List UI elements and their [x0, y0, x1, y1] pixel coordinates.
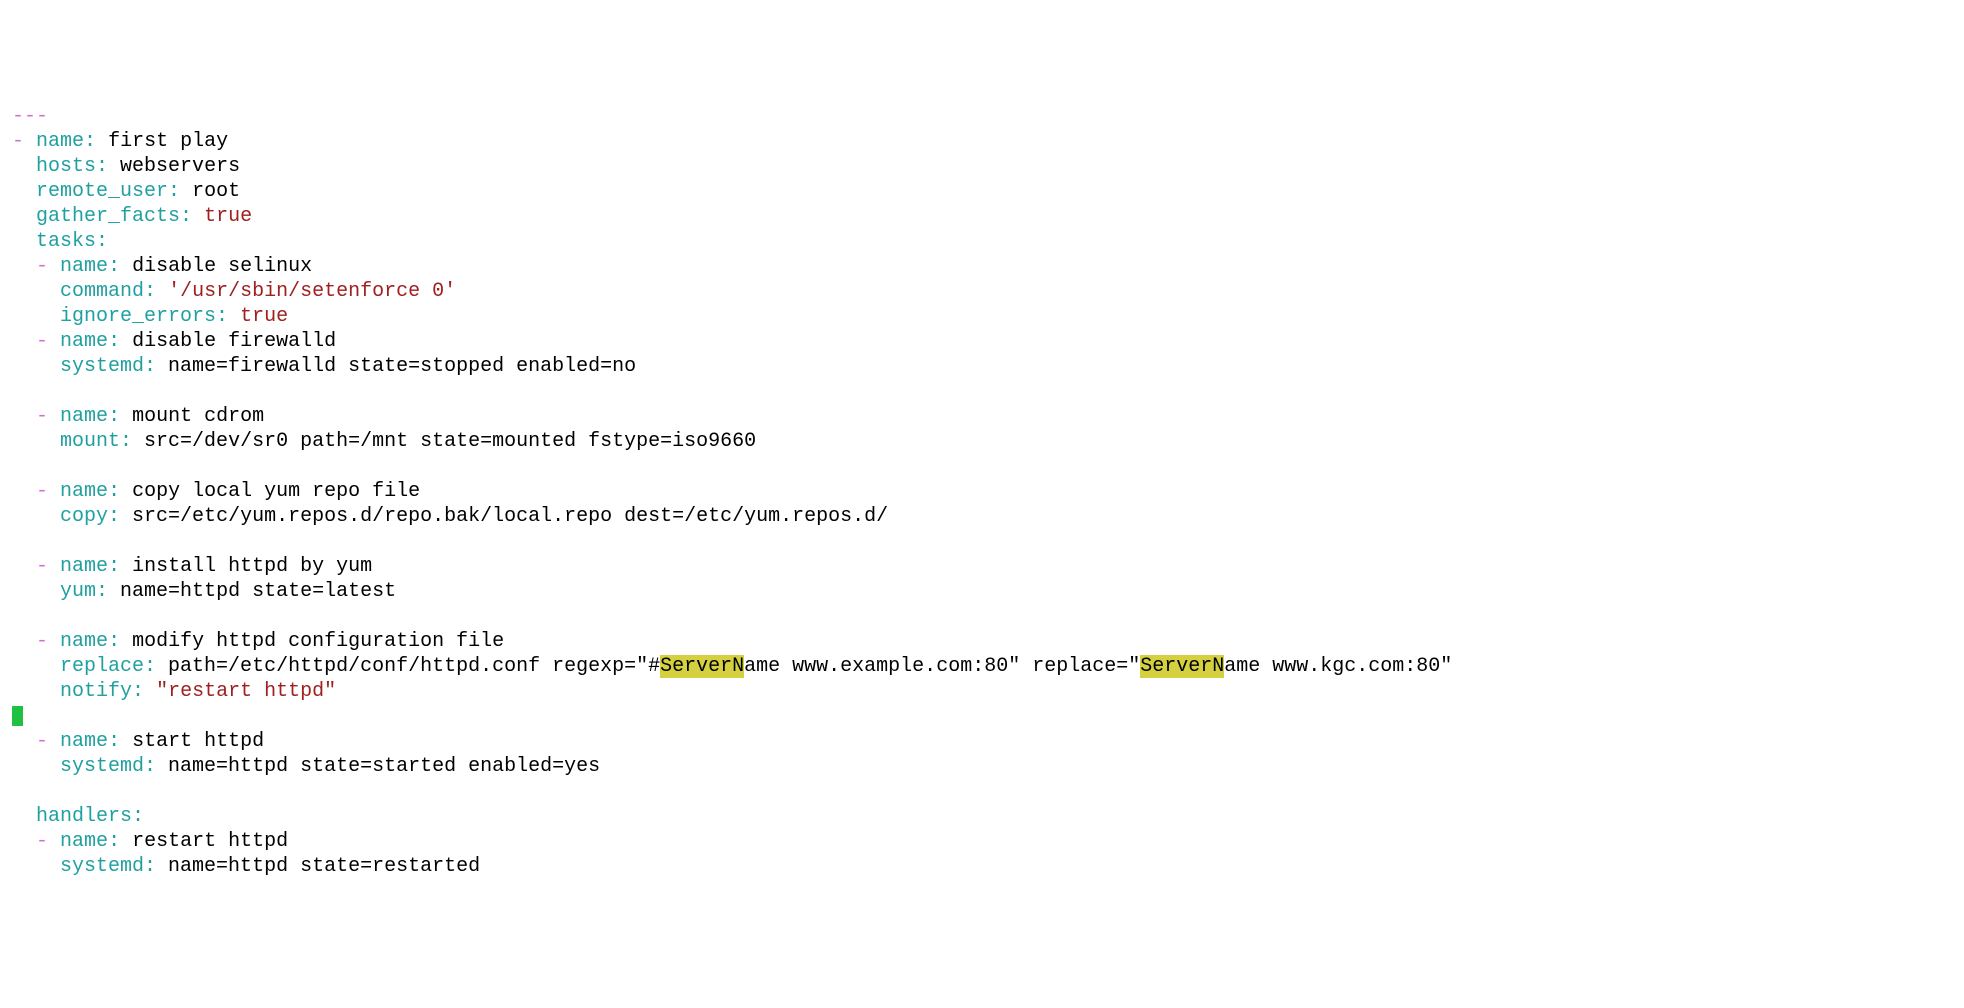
notify-val: "restart httpd" — [156, 680, 336, 703]
task-mod-val: name=httpd state=started enabled=yes — [156, 755, 600, 778]
task-name-key: name — [60, 330, 108, 353]
list-dash: - — [12, 130, 24, 153]
task-name-key: name — [60, 255, 108, 278]
task-name-key: name — [60, 480, 108, 503]
handler-name-val: restart httpd — [120, 830, 288, 853]
task-name-key: name — [60, 405, 108, 428]
replace-post: ame www.kgc.com:80" — [1224, 655, 1452, 678]
task-mod-key: replace — [60, 655, 144, 678]
notify-key: notify — [60, 680, 132, 703]
handlers-key: handlers — [36, 805, 132, 828]
gather-facts-key: gather_facts — [36, 205, 180, 228]
list-dash: - — [36, 730, 48, 753]
task-name-val: install httpd by yum — [120, 555, 372, 578]
task-name-val: disable selinux — [120, 255, 312, 278]
task-mod-key: yum — [60, 580, 96, 603]
remote-user-val: root — [180, 180, 240, 203]
task-mod-key: systemd — [60, 355, 144, 378]
task-name-val: start httpd — [120, 730, 264, 753]
task-name-key: name — [60, 730, 108, 753]
task-name-val: mount cdrom — [120, 405, 264, 428]
tasks-key: tasks — [36, 230, 96, 253]
replace-pre: path=/etc/httpd/conf/httpd.conf regexp="… — [156, 655, 660, 678]
ignore-errors-val: true — [240, 305, 288, 328]
task-mod-val: src=/etc/yum.repos.d/repo.bak/local.repo… — [120, 505, 888, 528]
remote-user-key: remote_user — [36, 180, 168, 203]
list-dash: - — [36, 555, 48, 578]
gather-facts-val: true — [204, 205, 252, 228]
list-dash: - — [36, 630, 48, 653]
play-name-val: first play — [96, 130, 228, 153]
task-mod-val: '/usr/sbin/setenforce 0' — [168, 280, 456, 303]
task-mod-val: name=httpd state=latest — [108, 580, 396, 603]
play-name-key: name — [36, 130, 84, 153]
ignore-errors-key: ignore_errors — [60, 305, 216, 328]
task-mod-key: copy — [60, 505, 108, 528]
task-mod-key: mount — [60, 430, 120, 453]
task-name-val: modify httpd configuration file — [120, 630, 504, 653]
list-dash: - — [36, 830, 48, 853]
hosts-key: hosts — [36, 155, 96, 178]
list-dash: - — [36, 405, 48, 428]
handler-mod-key: systemd — [60, 855, 144, 878]
task-mod-val: src=/dev/sr0 path=/mnt state=mounted fst… — [132, 430, 756, 453]
handler-name-key: name — [60, 830, 108, 853]
task-mod-val: name=firewalld state=stopped enabled=no — [156, 355, 636, 378]
highlight-1: ServerN — [660, 655, 744, 678]
task-name-val: copy local yum repo file — [120, 480, 420, 503]
task-name-key: name — [60, 630, 108, 653]
task-mod-key: systemd — [60, 755, 144, 778]
list-dash: - — [36, 330, 48, 353]
list-dash: - — [36, 255, 48, 278]
handler-mod-val: name=httpd state=restarted — [156, 855, 480, 878]
task-name-val: disable firewalld — [120, 330, 336, 353]
doc-start: --- — [12, 105, 48, 128]
task-name-key: name — [60, 555, 108, 578]
cursor — [12, 706, 23, 726]
list-dash: - — [36, 480, 48, 503]
hosts-val: webservers — [108, 155, 240, 178]
replace-mid: ame www.example.com:80" replace=" — [744, 655, 1140, 678]
yaml-source[interactable]: --- - name: first play hosts: webservers… — [0, 100, 1964, 883]
task-mod-key: command — [60, 280, 144, 303]
highlight-2: ServerN — [1140, 655, 1224, 678]
